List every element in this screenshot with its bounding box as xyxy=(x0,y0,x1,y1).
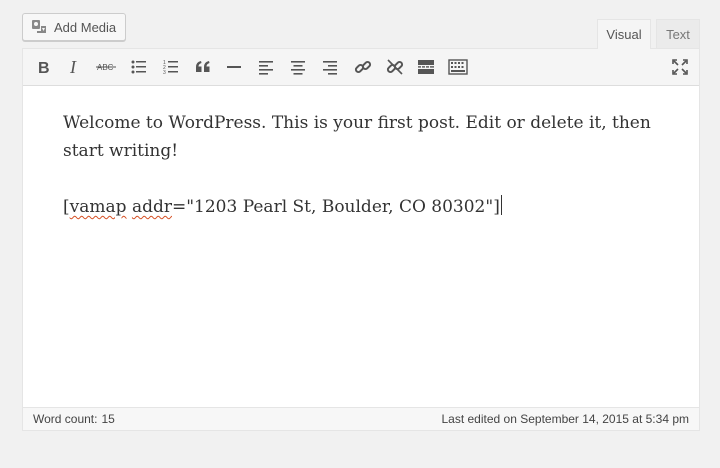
numbered-list-icon: 1 2 3 xyxy=(163,59,179,75)
insert-link-icon xyxy=(354,58,372,76)
align-center-button[interactable] xyxy=(285,54,311,80)
align-left-icon xyxy=(258,59,274,75)
svg-text:B: B xyxy=(38,60,50,75)
shortcode-rest: ="1203 Pearl St, Boulder, CO 80302"] xyxy=(171,197,500,217)
word-count: Word count: 15 xyxy=(33,412,115,426)
horizontal-rule-button[interactable] xyxy=(221,54,247,80)
bold-button[interactable]: B xyxy=(30,54,56,80)
numbered-list-button[interactable]: 1 2 3 xyxy=(158,54,184,80)
media-camera-icon xyxy=(31,18,49,36)
add-media-button[interactable]: Add Media xyxy=(22,13,126,41)
tab-visual[interactable]: Visual xyxy=(597,19,651,49)
blockquote-button[interactable] xyxy=(190,54,216,80)
text-caret xyxy=(500,195,502,215)
fullscreen-icon xyxy=(672,59,688,75)
editor-toolbar: B I ABC 1 2 3 xyxy=(23,49,699,86)
bulleted-list-icon xyxy=(131,59,147,75)
editor-statusbar: Word count: 15 Last edited on September … xyxy=(23,407,699,430)
remove-link-icon xyxy=(386,58,404,76)
horizontal-rule-icon xyxy=(226,59,242,75)
align-center-icon xyxy=(290,59,306,75)
bold-icon: B xyxy=(35,59,51,75)
tab-visual-label: Visual xyxy=(606,27,642,42)
align-left-button[interactable] xyxy=(253,54,279,80)
read-more-button[interactable] xyxy=(413,54,439,80)
shortcode-word-addr: addr xyxy=(131,197,172,217)
bulleted-list-button[interactable] xyxy=(126,54,152,80)
align-right-icon xyxy=(322,59,338,75)
word-count-label: Word count: xyxy=(33,412,98,426)
tab-text[interactable]: Text xyxy=(656,19,700,48)
italic-button[interactable]: I xyxy=(61,54,87,80)
shortcode-open: [ xyxy=(63,197,70,217)
shortcode-word-vamap: vamap xyxy=(69,197,127,217)
editor-content-area[interactable]: Welcome to WordPress. This is your first… xyxy=(23,87,699,407)
word-count-value: 15 xyxy=(101,412,115,426)
welcome-paragraph: Welcome to WordPress. This is your first… xyxy=(63,113,651,161)
remove-link-button[interactable] xyxy=(382,54,408,80)
add-media-label: Add Media xyxy=(54,19,117,35)
read-more-icon xyxy=(417,59,435,75)
strikethrough-button[interactable]: ABC xyxy=(93,54,119,80)
shortcode-paragraph: [vamap addr="1203 Pearl St, Boulder, CO … xyxy=(63,193,659,221)
last-edited-text: Last edited on September 14, 2015 at 5:3… xyxy=(441,412,689,426)
blockquote-icon xyxy=(195,59,211,75)
italic-icon: I xyxy=(66,59,82,75)
strikethrough-icon: ABC xyxy=(96,59,116,75)
svg-text:3: 3 xyxy=(163,70,166,75)
svg-text:I: I xyxy=(69,59,77,75)
tab-text-label: Text xyxy=(666,26,690,42)
editor-container: B I ABC 1 2 3 Welcome to WordPress. This… xyxy=(22,48,700,431)
align-right-button[interactable] xyxy=(317,54,343,80)
fullscreen-button[interactable] xyxy=(667,54,693,80)
toolbar-toggle-button[interactable] xyxy=(445,54,471,80)
insert-link-button[interactable] xyxy=(350,54,376,80)
toolbar-toggle-icon xyxy=(448,59,468,75)
